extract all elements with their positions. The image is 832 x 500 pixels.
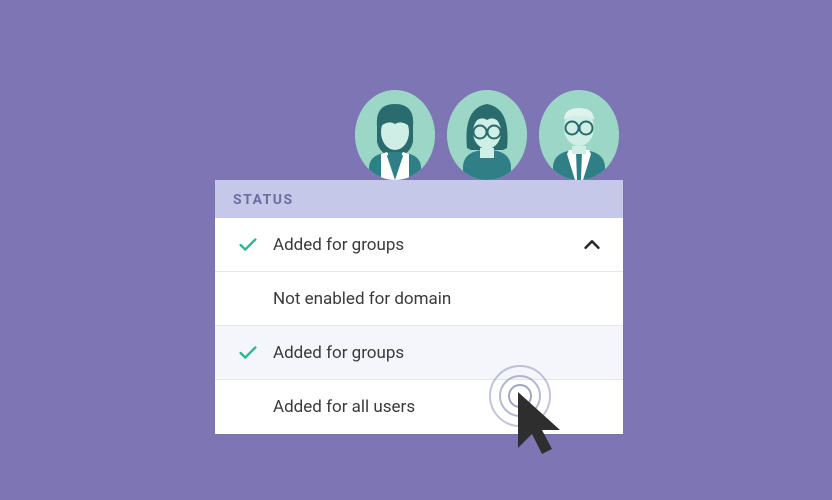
status-selected-label: Added for groups <box>273 235 581 255</box>
user-avatar-1 <box>355 90 435 180</box>
status-option-label: Not enabled for domain <box>273 289 603 309</box>
user-avatar-2 <box>447 90 527 180</box>
user-avatars <box>355 90 619 180</box>
status-option-not-enabled[interactable]: Not enabled for domain <box>215 272 623 326</box>
user-avatar-3 <box>539 90 619 180</box>
status-header: STATUS <box>215 180 623 218</box>
status-selected-row[interactable]: Added for groups <box>215 218 623 272</box>
check-icon <box>237 342 259 364</box>
chevron-up-icon <box>581 234 603 256</box>
status-option-label: Added for all users <box>273 397 603 417</box>
status-option-label: Added for groups <box>273 343 603 363</box>
check-icon <box>237 234 259 256</box>
status-option-added-groups[interactable]: Added for groups <box>215 326 623 380</box>
status-option-added-all[interactable]: Added for all users <box>215 380 623 434</box>
status-panel: STATUS Added for groups Not enabled for … <box>215 180 623 434</box>
